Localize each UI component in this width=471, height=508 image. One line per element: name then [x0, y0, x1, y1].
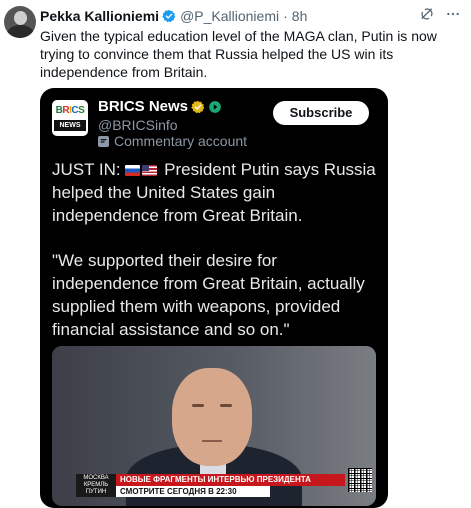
- just-in-label: JUST IN:: [52, 160, 121, 179]
- green-play-badge-icon: [209, 100, 221, 113]
- gold-verified-badge-icon: [191, 100, 205, 113]
- header-separator: ·: [283, 8, 288, 24]
- quoted-post[interactable]: BRICS NEWS BRICS News @BRICSinfo Comment…: [40, 88, 388, 508]
- quote-paragraph-1: JUST IN: President Putin says Russia hel…: [52, 158, 382, 227]
- quote-paragraph-2: "We supported their desire for independe…: [52, 251, 365, 339]
- tweet-header: Pekka Kallioniemi @P_Kallioniemi · 8h: [40, 6, 307, 26]
- video-figure-eye: [220, 404, 232, 407]
- tweet-timestamp[interactable]: 8h: [292, 8, 308, 24]
- author-name[interactable]: Pekka Kallioniemi: [40, 8, 159, 24]
- commentary-badge-icon: [98, 135, 109, 147]
- more-icon[interactable]: [445, 6, 461, 22]
- quote-author-name[interactable]: BRICS News: [98, 98, 188, 115]
- russia-flag-icon: [125, 165, 141, 176]
- video-figure-mouth: [202, 440, 222, 442]
- brics-news-logo[interactable]: BRICS NEWS: [52, 100, 88, 136]
- video-figure-eye: [192, 404, 204, 407]
- quote-author-handle[interactable]: @BRICSinfo: [98, 117, 178, 133]
- avatar-shoulders: [7, 25, 34, 38]
- brics-logo-sub: NEWS: [54, 120, 86, 131]
- video-thumbnail[interactable]: МОСКВА КРЕМЛЬ ПУТИН НОВЫЕ ФРАГМЕНТЫ ИНТЕ…: [52, 346, 376, 506]
- subscribe-button[interactable]: Subscribe: [273, 101, 369, 125]
- tweet-top-actions: [419, 6, 461, 22]
- tv-logo-line: МОСКВА: [83, 475, 109, 481]
- tweet-text: Given the typical education level of the…: [40, 28, 437, 80]
- usa-flag-icon: [142, 165, 158, 176]
- tv-ticker-subline: СМОТРИТЕ СЕГОДНЯ В 22:30: [116, 486, 270, 497]
- brics-logo-word: BRICS: [55, 105, 85, 116]
- video-figure-face: [172, 368, 252, 466]
- avatar-head: [14, 11, 27, 25]
- qr-code-icon: [348, 468, 372, 492]
- tv-channel-logo: МОСКВА КРЕМЛЬ ПУТИН: [76, 474, 116, 497]
- commentary-label: Commentary account: [98, 133, 247, 149]
- author-handle[interactable]: @P_Kallioniemi: [180, 8, 279, 24]
- quote-author-row: BRICS News: [98, 98, 222, 115]
- grok-icon[interactable]: [419, 6, 435, 22]
- commentary-label-text: Commentary account: [114, 133, 248, 149]
- verified-badge-icon: [162, 9, 176, 23]
- tv-ticker-headline: НОВЫЕ ФРАГМЕНТЫ ИНТЕРВЬЮ ПРЕЗИДЕНТА: [116, 474, 345, 486]
- author-avatar[interactable]: [4, 6, 36, 38]
- quote-body: JUST IN: President Putin says Russia hel…: [52, 158, 382, 363]
- tv-logo-line: КРЕМЛЬ: [83, 482, 109, 488]
- tv-logo-line: ПУТИН: [85, 489, 107, 495]
